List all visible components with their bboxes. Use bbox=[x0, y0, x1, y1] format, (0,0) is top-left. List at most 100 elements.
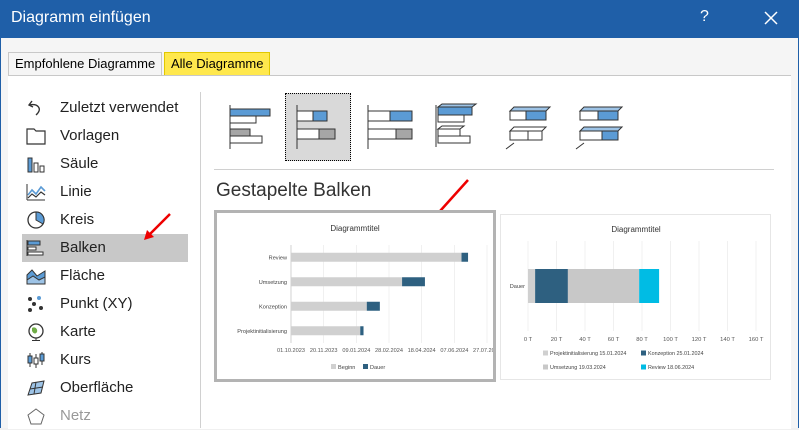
x-tick-label: 07.06.2024 bbox=[440, 348, 468, 354]
sidebar-item-recent[interactable]: Zuletzt verwendet bbox=[22, 94, 188, 122]
stacked-bar-icon bbox=[296, 105, 336, 149]
x-tick-label: 28.02.2024 bbox=[375, 348, 403, 354]
sidebar-item-stock[interactable]: Kurs bbox=[22, 346, 188, 374]
x-tick-label: 140 T bbox=[720, 337, 735, 343]
sidebar-item-label: Balken bbox=[60, 239, 106, 256]
close-icon[interactable] bbox=[756, 4, 786, 32]
legend-label: Projektinitialisierung 15.01.2024 bbox=[550, 351, 626, 357]
bar-segment bbox=[639, 269, 660, 303]
bar-dauer bbox=[360, 326, 364, 336]
undo-icon bbox=[27, 100, 40, 116]
x-tick-label: 27.07.2024 bbox=[473, 348, 493, 354]
bar-segment bbox=[528, 269, 536, 303]
x-tick-label: 40 T bbox=[579, 337, 591, 343]
bar-chart-icon bbox=[26, 240, 44, 256]
sidebar-item-radar[interactable]: Netz bbox=[22, 402, 188, 430]
category-label: Konzeption bbox=[259, 304, 287, 310]
chart-variant-gallery bbox=[214, 92, 634, 164]
category-label: Umsetzung bbox=[259, 280, 287, 286]
x-tick-label: 20.11.2023 bbox=[310, 348, 338, 354]
percent-stacked-bar-icon bbox=[367, 105, 413, 149]
folder-icon bbox=[26, 128, 46, 145]
sidebar-item-line[interactable]: Linie bbox=[22, 178, 188, 206]
variant-clustered-bar[interactable] bbox=[218, 93, 284, 161]
tab-all-charts[interactable]: Alle Diagramme bbox=[164, 52, 271, 76]
sidebar-item-label: Punkt (XY) bbox=[60, 295, 133, 312]
sidebar-item-label: Vorlagen bbox=[60, 127, 120, 144]
sidebar-item-label: Kreis bbox=[60, 211, 95, 228]
legend-label: Konzeption 25.01.2024 bbox=[648, 351, 703, 357]
map-chart-icon bbox=[28, 323, 44, 341]
sidebar-item-area[interactable]: Fläche bbox=[22, 262, 188, 290]
bar-beginn bbox=[291, 301, 367, 311]
legend-swatch bbox=[641, 350, 646, 356]
chart-preview-2[interactable]: Diagrammtitel Dauer 0 T 20 T 40 T 60 T 80 T 1… bbox=[500, 214, 771, 380]
legend-label: Umsetzung 19.03.2024 bbox=[550, 365, 606, 371]
bar-dauer bbox=[402, 277, 425, 287]
sidebar-item-scatter[interactable]: Punkt (XY) bbox=[22, 290, 188, 318]
title-bar: Diagramm einfügen ? bbox=[0, 0, 799, 38]
preview-area-bottom bbox=[214, 388, 774, 428]
variant-3d-clustered-bar[interactable] bbox=[426, 93, 492, 161]
bar-beginn bbox=[291, 326, 361, 336]
sidebar-item-label: Netz bbox=[60, 407, 91, 424]
bar-segment bbox=[535, 269, 568, 303]
chart-type-list: Zuletzt verwendet Vorlagen Säule Linie K… bbox=[22, 92, 188, 428]
legend-swatch bbox=[331, 364, 336, 369]
pie-chart-icon bbox=[27, 211, 45, 229]
clustered-bar-icon bbox=[229, 105, 271, 149]
x-tick-label: 60 T bbox=[608, 337, 620, 343]
x-tick-label: 80 T bbox=[636, 337, 648, 343]
x-tick-label: 09.01.2024 bbox=[342, 348, 370, 354]
legend-label: Dauer bbox=[370, 365, 385, 371]
separator bbox=[214, 169, 774, 170]
radar-chart-icon bbox=[27, 408, 45, 425]
sidebar-item-label: Zuletzt verwendet bbox=[60, 99, 179, 116]
sidebar-item-label: Linie bbox=[60, 183, 92, 200]
help-button[interactable]: ? bbox=[700, 8, 709, 26]
surface-chart-icon bbox=[27, 380, 45, 396]
chart-subtype-title: Gestapelte Balken bbox=[216, 180, 372, 201]
sidebar-item-label: Fläche bbox=[60, 267, 106, 284]
sidebar-item-column[interactable]: Säule bbox=[22, 150, 188, 178]
chart-title: Diagrammtitel bbox=[611, 225, 661, 234]
column-chart-icon bbox=[27, 157, 45, 173]
bar-segment bbox=[567, 269, 640, 303]
divider bbox=[200, 92, 201, 428]
legend-swatch bbox=[363, 364, 368, 369]
legend-label: Beginn bbox=[338, 365, 355, 371]
sidebar-item-label: Kurs bbox=[60, 351, 91, 368]
x-tick-label: 0 T bbox=[524, 337, 533, 343]
sidebar-item-map[interactable]: Karte bbox=[22, 318, 188, 346]
category-label: Projektinitialisierung bbox=[237, 329, 287, 335]
x-tick-label: 18.04.2024 bbox=[408, 348, 436, 354]
sidebar-item-label: Säule bbox=[60, 155, 99, 172]
3d-clustered-bar-icon bbox=[435, 103, 478, 147]
category-label: Review bbox=[269, 255, 288, 261]
chart-preview-1[interactable]: Diagrammtitel Review Umsetzung Konzeption P… bbox=[214, 210, 501, 382]
bar-beginn bbox=[291, 252, 462, 262]
legend-label: Review 18.06.2024 bbox=[648, 365, 694, 371]
tab-recommended[interactable]: Empfohlene Diagramme bbox=[8, 52, 163, 75]
bar-dauer bbox=[461, 252, 469, 262]
3d-percent-stacked-bar-icon bbox=[575, 106, 624, 150]
variant-100-stacked-bar[interactable] bbox=[356, 93, 422, 161]
x-tick-label: 160 T bbox=[749, 337, 764, 343]
chart-title: Diagrammtitel bbox=[330, 224, 380, 233]
legend-swatch bbox=[641, 364, 646, 370]
x-tick-label: 120 T bbox=[692, 337, 707, 343]
x-tick-label: 100 T bbox=[663, 337, 678, 343]
variant-3d-stacked-bar[interactable] bbox=[496, 93, 562, 161]
stock-chart-icon bbox=[27, 352, 45, 368]
legend-swatch bbox=[543, 350, 548, 356]
x-tick-label: 20 T bbox=[551, 337, 563, 343]
stacked-bar-chart-1: Diagrammtitel Review Umsetzung Konzeption P… bbox=[237, 224, 501, 371]
sidebar-item-label: Oberfläche bbox=[60, 379, 134, 396]
variant-stacked-bar[interactable] bbox=[285, 93, 351, 161]
sidebar-item-surface[interactable]: Oberfläche bbox=[22, 374, 188, 402]
line-chart-icon bbox=[26, 184, 46, 201]
3d-stacked-bar-icon bbox=[505, 106, 552, 150]
variant-3d-100-stacked-bar[interactable] bbox=[566, 93, 632, 161]
dialog-title: Diagramm einfügen bbox=[11, 9, 151, 26]
sidebar-item-templates[interactable]: Vorlagen bbox=[22, 122, 188, 150]
